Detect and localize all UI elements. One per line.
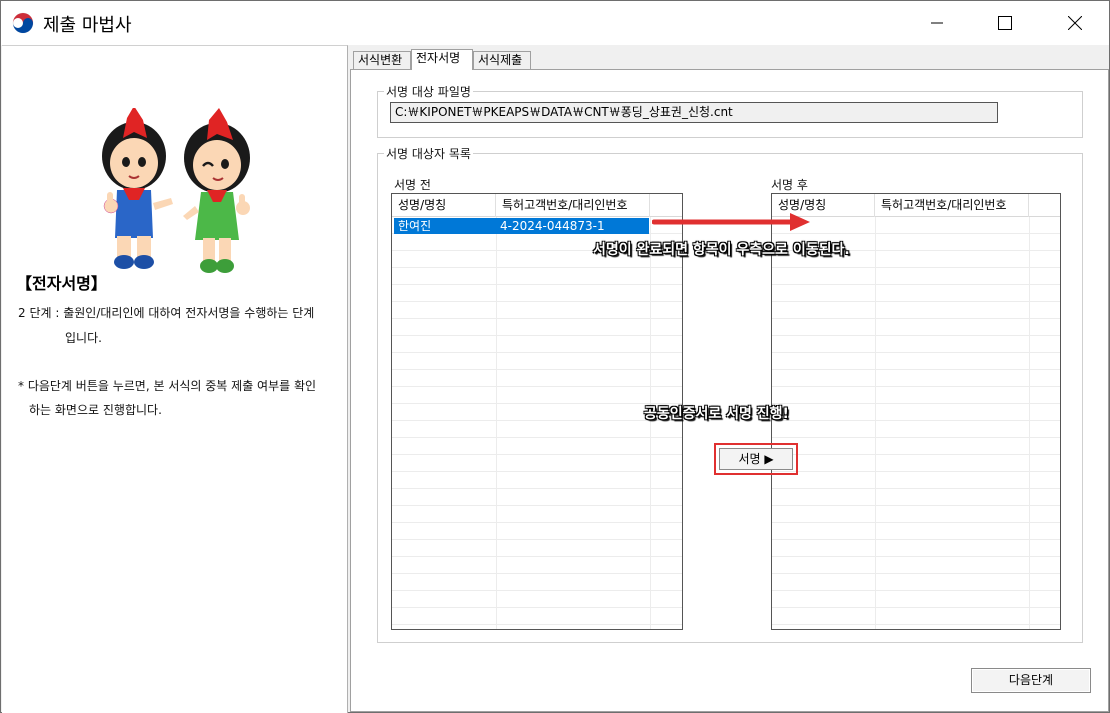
certificate-annotation: 공동인증서로 서명 진행! <box>644 406 789 422</box>
list-header: 성명/명칭 특허고객번호/대리인번호 <box>392 194 682 217</box>
guide-panel: 【전자서명】 2 단계 : 출원인/대리인에 대하여 전자서명을 수행하는 단계… <box>2 45 348 713</box>
list-grid <box>392 217 682 629</box>
next-step-button[interactable]: 다음단계 <box>971 668 1091 693</box>
move-right-arrow-icon <box>652 213 810 231</box>
column-divider <box>496 194 497 629</box>
title-bar: 제출 마법사 <box>1 1 1109 45</box>
tab-format-convert[interactable]: 서식변환 <box>353 51 411 69</box>
window-title: 제출 마법사 <box>43 15 132 36</box>
close-icon <box>1068 16 1082 30</box>
next-step-note-line2: 하는 화면으로 진행합니다. <box>29 403 162 417</box>
next-step-note-line1: * 다음단계 버튼을 누르면, 본 서식의 중복 제출 여부를 확인 <box>18 379 317 393</box>
row-number-cell: 4-2024-044873-1 <box>500 219 605 233</box>
step-description-line2: 입니다. <box>65 331 102 345</box>
column-header-name[interactable]: 성명/명칭 <box>392 194 496 217</box>
boy-mascot <box>102 108 173 269</box>
taegeuk-logo-icon <box>12 12 34 34</box>
column-header-number[interactable]: 특허고객번호/대리인번호 <box>875 194 1029 217</box>
mascot-characters-image <box>102 108 250 273</box>
tab-digital-signature[interactable]: 전자서명 <box>411 49 473 70</box>
target-file-group: 서명 대상 파일명 C:￦KIPONET￦PKEAPS￦DATA￦CNT￦퐁딩_… <box>377 83 1083 138</box>
before-sign-label: 서명 전 <box>394 178 431 192</box>
after-sign-label: 서명 후 <box>771 178 808 192</box>
signer-list-legend: 서명 대상자 목록 <box>384 145 473 162</box>
minimize-button[interactable] <box>914 1 960 45</box>
sign-button[interactable]: 서명 ▶ <box>719 448 793 470</box>
sign-button-highlight: 서명 ▶ <box>714 443 798 475</box>
list-header: 성명/명칭 특허고객번호/대리인번호 <box>772 194 1060 217</box>
tab-format-submit[interactable]: 서식제출 <box>473 51 531 69</box>
column-divider <box>1029 194 1030 629</box>
list-grid <box>772 217 1060 629</box>
move-annotation: 서명이 완료되면 항목이 우측으로 이동된다. <box>593 242 850 258</box>
column-divider <box>875 194 876 629</box>
target-file-legend: 서명 대상 파일명 <box>384 83 473 100</box>
minimize-icon <box>931 22 943 24</box>
target-file-path-field: C:￦KIPONET￦PKEAPS￦DATA￦CNT￦퐁딩_상표권_신청.cnt <box>390 102 998 123</box>
girl-mascot <box>183 108 250 273</box>
maximize-icon <box>998 16 1012 30</box>
close-button[interactable] <box>1052 1 1098 45</box>
step-description-line1: 2 단계 : 출원인/대리인에 대하여 전자서명을 수행하는 단계 <box>18 306 315 320</box>
section-title: 【전자서명】 <box>16 274 107 293</box>
signature-tab-panel: 서명 대상 파일명 C:￦KIPONET￦PKEAPS￦DATA￦CNT￦퐁딩_… <box>350 69 1109 712</box>
row-name-cell: 한여진 <box>398 219 432 233</box>
column-header-number[interactable]: 특허고객번호/대리인번호 <box>496 194 650 217</box>
table-row[interactable]: 한여진 4-2024-044873-1 <box>394 218 649 234</box>
wizard-window: 제출 마법사 【전자서명】 2 단계: 출원인/대리인에 대하여 전자서명을 … <box>0 0 1110 713</box>
maximize-button[interactable] <box>982 1 1028 45</box>
